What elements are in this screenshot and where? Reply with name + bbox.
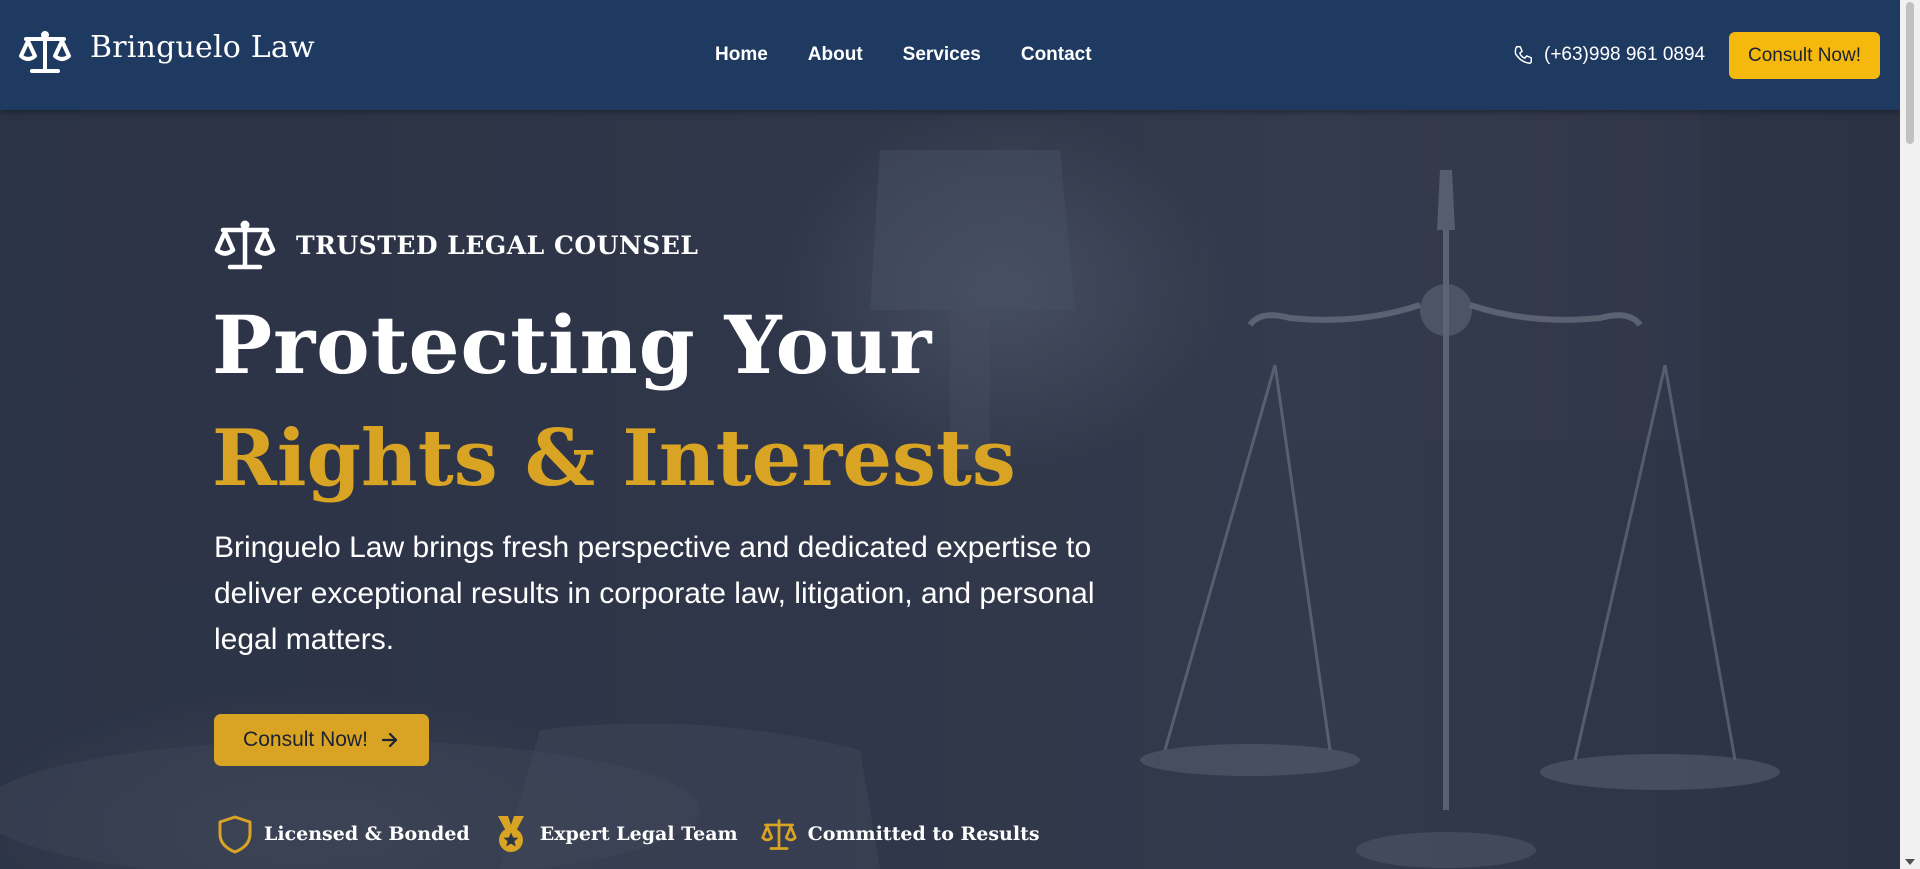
hero-title-line-2: Rights & Interests bbox=[212, 413, 1016, 504]
nav-about[interactable]: About bbox=[808, 44, 863, 66]
phone-number: (+63)998 961 0894 bbox=[1544, 44, 1706, 65]
scroll-down-arrow-icon[interactable] bbox=[1905, 859, 1915, 865]
nav-services[interactable]: Services bbox=[903, 44, 981, 66]
hero-title-line-1: Protecting Your bbox=[212, 298, 933, 392]
badge-committed: Committed to Results bbox=[760, 814, 1040, 854]
hero-consult-label: Consult Now! bbox=[243, 728, 368, 751]
badge-expert-team: Expert Legal Team bbox=[492, 814, 738, 854]
phone-icon bbox=[1514, 46, 1532, 64]
badge-expert-team-label: Expert Legal Team bbox=[539, 823, 738, 845]
nav-contact[interactable]: Contact bbox=[1021, 44, 1092, 66]
brand-logo[interactable]: Bringuelo Law bbox=[18, 28, 315, 76]
arrow-right-icon bbox=[381, 732, 398, 748]
phone-link[interactable]: (+63)998 961 0894 bbox=[1512, 44, 1705, 66]
scales-icon bbox=[761, 819, 797, 850]
hero-consult-button[interactable]: Consult Now! bbox=[214, 714, 429, 766]
scales-of-justice-icon bbox=[214, 220, 276, 270]
brand-name: Bringuelo Law bbox=[90, 29, 315, 65]
hero-section: TRUSTED LEGAL COUNSEL Protecting Your Ri… bbox=[0, 110, 1900, 869]
site-header: Bringuelo Law Home About Services Contac… bbox=[0, 0, 1900, 110]
nav-home[interactable]: Home bbox=[715, 44, 768, 66]
shield-icon bbox=[218, 815, 252, 854]
hero-kicker-text: TRUSTED LEGAL COUNSEL bbox=[296, 230, 699, 260]
scales-of-justice-icon bbox=[19, 31, 71, 73]
hero-kicker: TRUSTED LEGAL COUNSEL bbox=[214, 218, 698, 272]
medal-icon bbox=[497, 816, 524, 852]
consult-now-button[interactable]: Consult Now! bbox=[1729, 32, 1880, 79]
scrollbar-thumb[interactable] bbox=[1906, 2, 1914, 144]
badge-licensed: Licensed & Bonded bbox=[216, 814, 470, 854]
hero-description: Bringuelo Law brings fresh perspective a… bbox=[214, 531, 1095, 656]
badge-committed-label: Committed to Results bbox=[807, 823, 1040, 845]
main-nav: Home About Services Contact bbox=[715, 44, 1092, 66]
trust-badges: Licensed & Bonded Expert Legal Team Comm… bbox=[216, 814, 1062, 854]
page-scrollbar[interactable] bbox=[1900, 0, 1920, 869]
badge-licensed-label: Licensed & Bonded bbox=[264, 823, 470, 845]
